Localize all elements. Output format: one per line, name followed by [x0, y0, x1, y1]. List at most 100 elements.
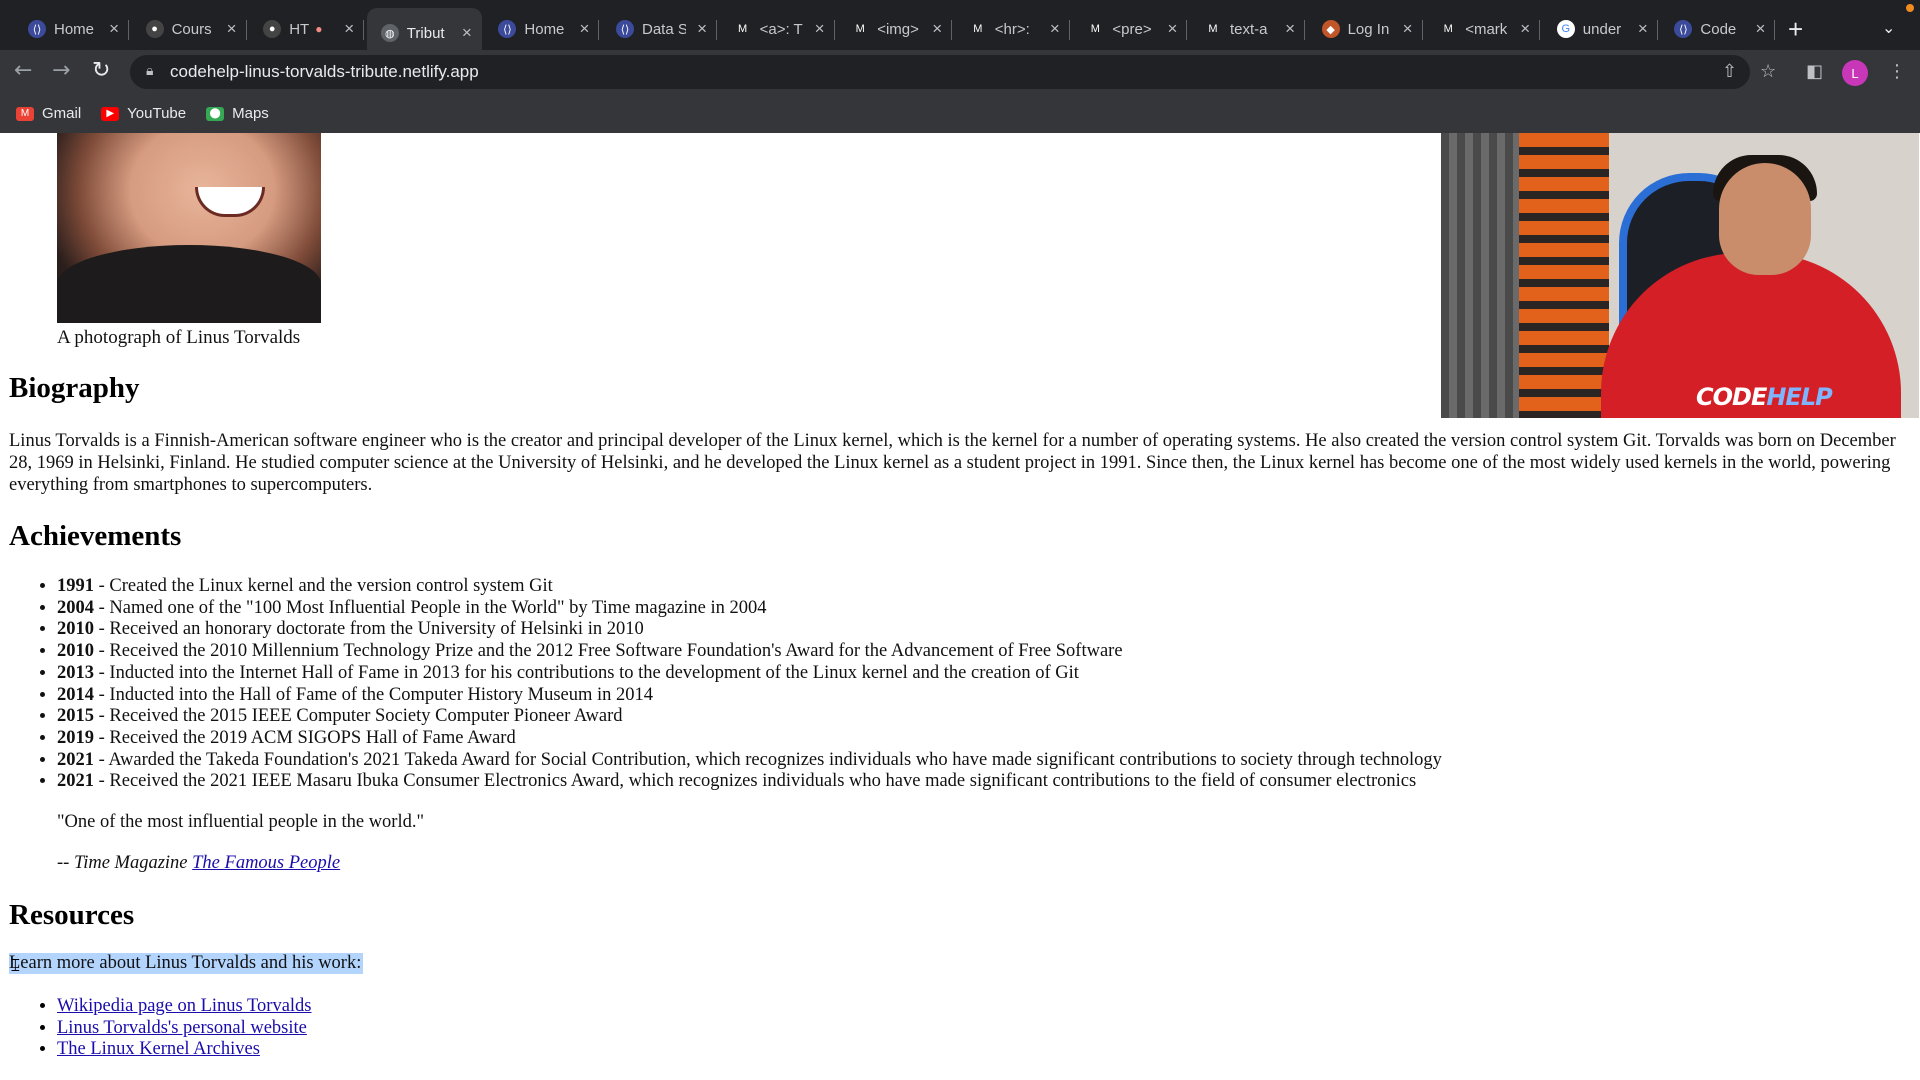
mdn-icon: M	[851, 20, 870, 38]
achievement-year: 1991	[57, 576, 94, 596]
resource-item: The Linux Kernel Archives	[57, 1039, 312, 1061]
achievement-year: 2010	[57, 619, 94, 640]
browser-tab[interactable]: ⟨⟩ Data S ×	[602, 10, 717, 48]
close-tab-icon[interactable]: ×	[579, 19, 589, 39]
achievement-year: 2014	[57, 684, 94, 705]
browser-tab[interactable]: ⟨⟩ Home ×	[14, 10, 129, 48]
tab-title: text-a	[1230, 20, 1268, 38]
biography-text: Linus Torvalds is a Finnish-American sof…	[9, 431, 1896, 495]
codehelp-icon: ⟨⟩	[28, 20, 46, 38]
achievement-text: - Created the Linux kernel and the versi…	[94, 576, 553, 596]
tab-separator	[363, 20, 365, 40]
globe-icon: ◍	[380, 24, 399, 42]
youtube-icon: ▶	[101, 106, 120, 121]
share-icon[interactable]: ⇧	[1722, 61, 1737, 82]
browser-tab[interactable]: Gunder ×	[1543, 10, 1658, 48]
achievement-year: 2015	[57, 706, 94, 727]
bookmark-star-icon[interactable]: ☆	[1760, 61, 1776, 82]
browser-tab[interactable]: M <pre> ×	[1072, 10, 1188, 48]
tab-title: <mark	[1465, 20, 1508, 38]
browser-tab[interactable]: M <mark ×	[1425, 10, 1541, 48]
quote-text: "One of the most influential people in t…	[57, 812, 425, 832]
browser-tab[interactable]: ⟨⟩ Home ×	[484, 10, 600, 48]
close-tab-icon[interactable]: ×	[1638, 19, 1648, 39]
notification-dot-icon	[1906, 4, 1914, 12]
achievement-item: 2004 - Named one of the "100 Most Influe…	[57, 598, 1442, 620]
netlify-icon: ◆	[1321, 20, 1340, 38]
close-tab-icon[interactable]: ×	[1167, 19, 1177, 39]
close-tab-icon[interactable]: ×	[932, 19, 942, 39]
resource-link[interactable]: The Linux Kernel Archives	[57, 1039, 260, 1059]
tab-title: Tribut	[406, 24, 445, 42]
close-tab-icon[interactable]: ×	[344, 19, 354, 39]
bookmark-item[interactable]: ⬤ Maps	[206, 105, 269, 122]
kebab-menu-icon[interactable]: ⋮	[1888, 61, 1906, 82]
address-bar[interactable]: 🔒︎ codehelp-linus-torvalds-tribute.netli…	[130, 55, 1750, 89]
browser-tab[interactable]: ◆ Log In ×	[1308, 10, 1423, 48]
browser-tab[interactable]: ● Cours ×	[132, 10, 247, 48]
page-content: A photograph of Linus Torvalds CODEHELP …	[0, 133, 1920, 1080]
tab-separator	[1304, 20, 1305, 40]
tab-search-chevron-icon[interactable]: ⌄	[1882, 18, 1895, 37]
achievement-text: - Awarded the Takeda Foundation's 2021 T…	[94, 749, 1442, 770]
browser-tab[interactable]: Mtext-a ×	[1190, 10, 1305, 48]
forward-arrow-icon[interactable]: →	[52, 58, 70, 83]
resources-intro: Learn more about Linus Torvalds and his …	[9, 953, 364, 974]
achievement-item: 2010 - Received an honorary doctorate fr…	[57, 619, 1442, 641]
achievement-text: - Received the 2010 Millennium Technolog…	[94, 641, 1123, 662]
close-tab-icon[interactable]: ×	[462, 23, 472, 43]
achievement-year: 2019	[57, 727, 94, 748]
tab-title: Home	[524, 20, 565, 38]
github-icon: ●	[145, 20, 164, 38]
close-tab-icon[interactable]: ×	[697, 19, 707, 39]
achievement-item: 2010 - Received the 2010 Millennium Tech…	[57, 641, 1442, 663]
achievement-item: 1991 - Created the Linux kernel and the …	[57, 576, 1442, 598]
resource-item: Linus Torvalds's personal website	[57, 1018, 312, 1040]
back-arrow-icon[interactable]: ←	[14, 58, 32, 83]
achievement-item: 2015 - Received the 2015 IEEE Computer S…	[57, 706, 1442, 728]
close-tab-icon[interactable]: ×	[109, 19, 119, 39]
reload-icon[interactable]: ↻	[92, 58, 110, 83]
browser-tab[interactable]: M <hr>: ×	[955, 10, 1070, 48]
achievement-text: - Received an honorary doctorate from th…	[94, 619, 644, 640]
tab-title: Cours	[171, 20, 212, 38]
codehelp-icon: ⟨⟩	[498, 20, 517, 38]
github-icon: ●	[263, 20, 282, 38]
close-tab-icon[interactable]: ×	[227, 19, 237, 39]
codehelp-icon: ⟨⟩	[1674, 20, 1693, 38]
resource-link[interactable]: Wikipedia page on Linus Torvalds	[57, 996, 312, 1016]
bookmark-item[interactable]: ▶ YouTube	[101, 105, 186, 122]
mdn-icon: M	[733, 20, 752, 38]
close-tab-icon[interactable]: ×	[1520, 19, 1530, 39]
photo-caption: A photograph of Linus Torvalds	[57, 327, 301, 348]
achievements-list: 1991 - Created the Linux kernel and the …	[57, 576, 1442, 793]
tab-separator	[1186, 20, 1188, 40]
browser-tab[interactable]: ⟨⟩ Code ×	[1660, 10, 1776, 48]
close-tab-icon[interactable]: ×	[1755, 19, 1765, 39]
bookmark-item[interactable]: M Gmail	[16, 105, 81, 122]
browser-tab[interactable]: ● HT ● ×	[249, 10, 365, 48]
text-cursor-icon: 𝙸	[9, 955, 22, 976]
close-tab-icon[interactable]: ×	[1285, 19, 1295, 39]
close-tab-icon[interactable]: ×	[815, 19, 825, 39]
browser-tab[interactable]: M <a>: T ×	[720, 10, 835, 48]
mdn-icon: M	[1439, 20, 1458, 38]
biography-heading: Biography	[9, 372, 140, 404]
browser-tab[interactable]: M <img> ×	[837, 10, 953, 48]
quote-citation: -- Time Magazine The Famous People	[57, 853, 341, 873]
side-panel-icon[interactable]: ◧	[1806, 61, 1823, 82]
tab-title: HT	[289, 20, 310, 38]
resource-link[interactable]: Linus Torvalds's personal website	[57, 1018, 307, 1038]
bookmark-label: Gmail	[42, 105, 82, 122]
profile-avatar[interactable]: L	[1842, 60, 1868, 86]
resources-list: Wikipedia page on Linus TorvaldsLinus To…	[57, 996, 312, 1061]
close-tab-icon[interactable]: ×	[1403, 19, 1413, 39]
famous-people-link[interactable]: The Famous People	[192, 853, 340, 873]
achievement-year: 2021	[57, 771, 94, 792]
lock-icon[interactable]: 🔒︎	[146, 63, 153, 79]
tab-title: Data S	[642, 20, 686, 38]
new-tab-button[interactable]: +	[1788, 14, 1803, 45]
tab-separator	[245, 20, 247, 40]
achievement-year: 2021	[57, 749, 94, 770]
close-tab-icon[interactable]: ×	[1050, 19, 1060, 39]
